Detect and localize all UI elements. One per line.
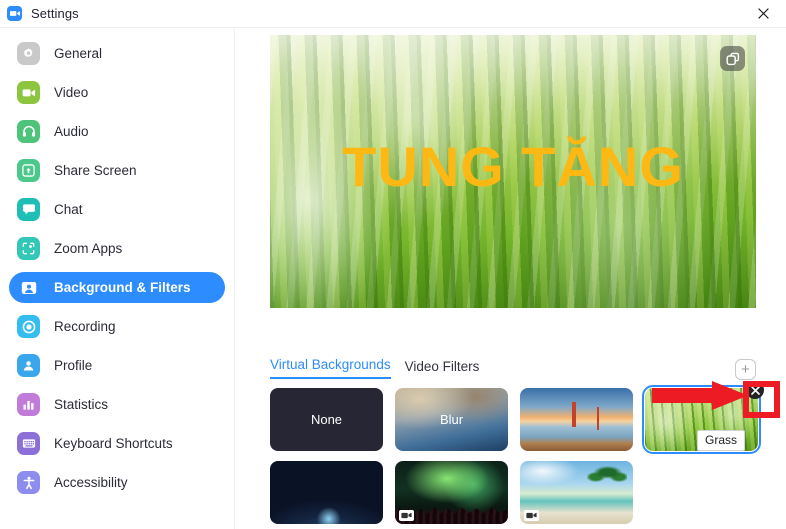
- sidebar-item-accessibility[interactable]: Accessibility: [9, 467, 225, 498]
- sidebar-item-label: Accessibility: [54, 475, 128, 490]
- sidebar-item-label: Statistics: [54, 397, 109, 412]
- tab-virtual-backgrounds[interactable]: Virtual Backgrounds: [270, 357, 391, 379]
- background-thumbnail[interactable]: None: [270, 388, 383, 451]
- video-preview: TUNG TĂNG: [270, 35, 756, 308]
- keyboard-icon: [17, 432, 40, 455]
- main-panel: TUNG TĂNG Virtual Backgrounds Video Filt…: [236, 28, 786, 529]
- background-item-blur[interactable]: Blur: [395, 388, 508, 451]
- sidebar-item-label: Background & Filters: [54, 280, 191, 295]
- sidebar-item-label: General: [54, 46, 103, 61]
- sidebar-item-recording[interactable]: Recording: [9, 311, 225, 342]
- sidebar-item-share-screen[interactable]: Share Screen: [9, 155, 225, 186]
- background-label: Blur: [439, 412, 464, 427]
- sidebar-item-video[interactable]: Video: [9, 77, 225, 108]
- background-thumbnail[interactable]: [270, 461, 383, 524]
- headset-icon: [17, 120, 40, 143]
- sidebar-item-keyboard-shortcuts[interactable]: Keyboard Shortcuts: [9, 428, 225, 459]
- profile-icon: [17, 354, 40, 377]
- background-thumbnail[interactable]: [520, 388, 633, 451]
- sidebar-item-label: Keyboard Shortcuts: [54, 436, 173, 451]
- video-badge-icon: [399, 510, 414, 521]
- sidebar-item-audio[interactable]: Audio: [9, 116, 225, 147]
- zoom-logo-icon: [7, 6, 22, 21]
- sidebar-item-label: Recording: [54, 319, 116, 334]
- upload-icon: [17, 159, 40, 182]
- background-item-earth[interactable]: [270, 461, 383, 524]
- close-icon[interactable]: [740, 0, 786, 27]
- window-title: Settings: [31, 6, 79, 21]
- background-label: None: [310, 412, 343, 427]
- tab-video-filters[interactable]: Video Filters: [405, 359, 480, 379]
- background-item-golden-gate-bridge[interactable]: [520, 388, 633, 451]
- video-icon: [17, 81, 40, 104]
- background-item-none[interactable]: None: [270, 388, 383, 451]
- title-bar: Settings: [0, 0, 786, 28]
- add-background-button[interactable]: +: [735, 359, 756, 380]
- gear-icon: [17, 42, 40, 65]
- sidebar-item-general[interactable]: General: [9, 38, 225, 69]
- sidebar-item-label: Chat: [54, 202, 83, 217]
- sidebar-item-profile[interactable]: Profile: [9, 350, 225, 381]
- sidebar: General Video Audio Share Screen Chat Zo…: [0, 28, 235, 529]
- background-item-aurora[interactable]: [395, 461, 508, 524]
- background-grid: None Blur Grass: [270, 381, 770, 524]
- sidebar-item-statistics[interactable]: Statistics: [9, 389, 225, 420]
- close-circle-icon[interactable]: [746, 381, 764, 399]
- sidebar-item-label: Share Screen: [54, 163, 137, 178]
- background-tooltip: Grass: [697, 430, 746, 451]
- apps-icon: [17, 237, 40, 260]
- background-thumbnail[interactable]: Blur: [395, 388, 508, 451]
- sidebar-item-background-and-filters[interactable]: Background & Filters: [9, 272, 225, 303]
- sidebar-item-label: Audio: [54, 124, 89, 139]
- person-icon: [17, 276, 40, 299]
- sidebar-item-label: Video: [54, 85, 89, 100]
- sidebar-item-label: Profile: [54, 358, 93, 373]
- chat-icon: [17, 198, 40, 221]
- background-item-beach[interactable]: [520, 461, 633, 524]
- sidebar-item-chat[interactable]: Chat: [9, 194, 225, 225]
- record-icon: [17, 315, 40, 338]
- preview-overlay-text: TUNG TĂNG: [342, 135, 684, 198]
- bars-icon: [17, 393, 40, 416]
- snapshot-icon[interactable]: [720, 46, 745, 71]
- accessibility-icon: [17, 471, 40, 494]
- background-item-grass[interactable]: Grass: [642, 381, 764, 454]
- sidebar-item-zoom-apps[interactable]: Zoom Apps: [9, 233, 225, 264]
- tab-bar: Virtual Backgrounds Video Filters: [270, 357, 479, 379]
- video-badge-icon: [524, 510, 539, 521]
- sidebar-item-label: Zoom Apps: [54, 241, 123, 256]
